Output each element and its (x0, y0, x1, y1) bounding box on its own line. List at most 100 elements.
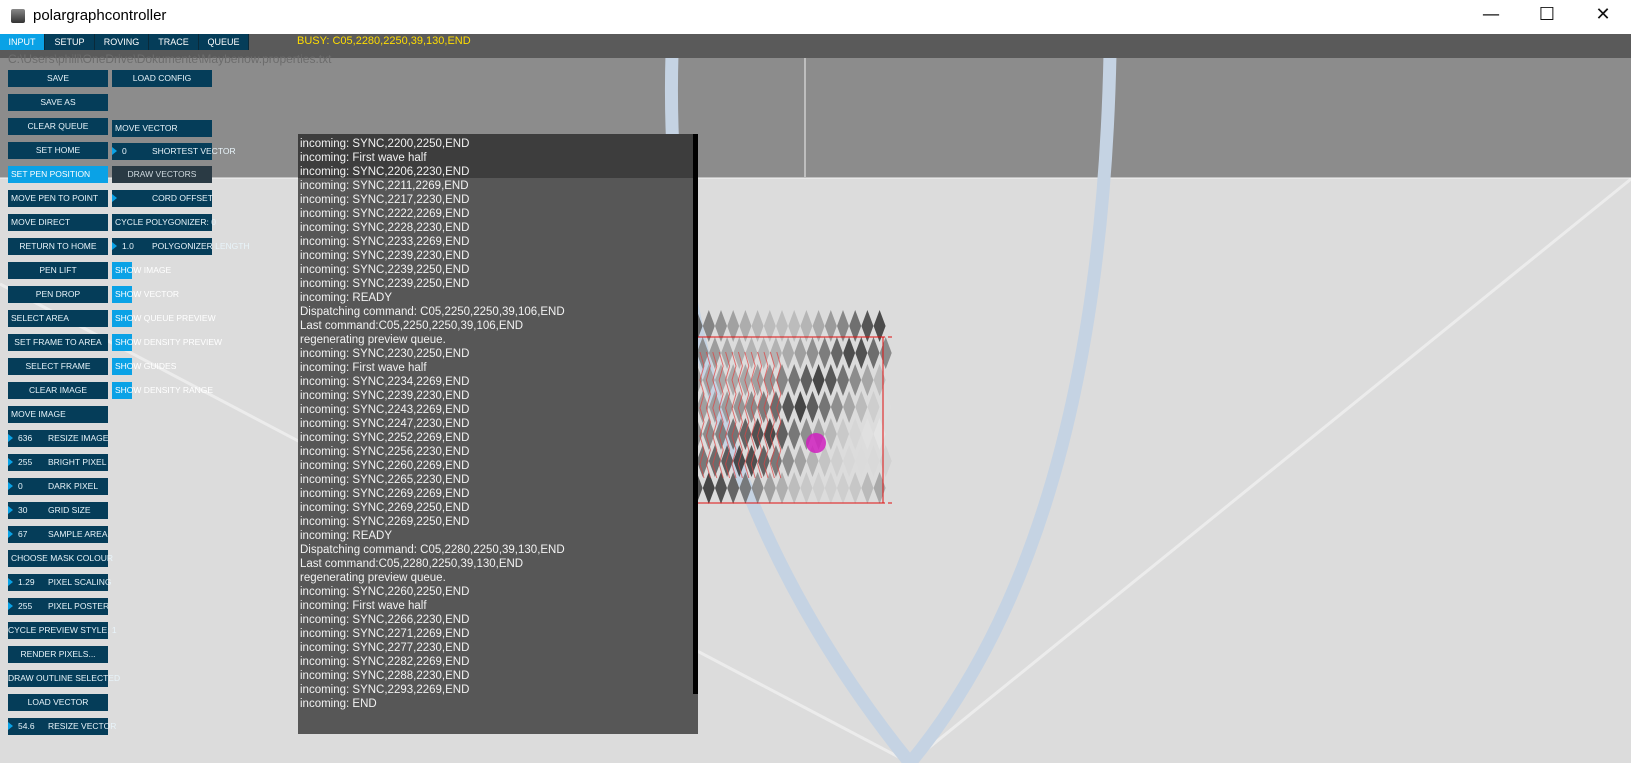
resize-vector-control[interactable]: 54.6 RESIZE VECTOR (8, 718, 116, 735)
console-line: incoming: SYNC,2230,2250,END (300, 348, 470, 360)
save-as-button[interactable]: SAVE AS (8, 94, 108, 111)
show-density-preview-toggle[interactable]: SHOW DENSITY PREVIEW (112, 334, 222, 351)
set-home-button[interactable]: SET HOME (8, 142, 108, 159)
load-config-button[interactable]: LOAD CONFIG (112, 70, 212, 87)
console-line: incoming: SYNC,2247,2230,END (300, 418, 470, 430)
console-line: regenerating preview queue. (300, 572, 446, 584)
move-vector-button[interactable]: MOVE VECTOR (112, 120, 212, 137)
tab-trace[interactable]: TRACE (149, 34, 199, 50)
console-line: incoming: SYNC,2217,2230,END (300, 194, 470, 206)
console-line: incoming: SYNC,2239,2250,END (300, 278, 470, 290)
pixel-posterize-control[interactable]: 255PIXEL POSTERIZE (8, 598, 108, 615)
polygonizer-length-control[interactable]: 1.0 POLYGONIZER LENGTH (112, 238, 250, 255)
console-line: incoming: SYNC,2239,2250,END (300, 264, 470, 276)
drawing-canvas[interactable]: INPUT SETUP ROVING TRACE QUEUE BUSY: C05… (0, 34, 1631, 763)
console-line: incoming: First wave half (300, 600, 427, 612)
minimize-button[interactable]: — (1462, 0, 1520, 32)
draw-vectors-button[interactable]: DRAW VECTORS (112, 166, 212, 183)
set-frame-to-area-button[interactable]: SET FRAME TO AREA (8, 334, 108, 351)
tab-input[interactable]: INPUT (0, 34, 45, 50)
console-line: incoming: SYNC,2293,2269,END (300, 684, 470, 696)
cord-offset-control[interactable]: CORD OFFSET (112, 190, 213, 207)
show-vector-toggle[interactable]: SHOW VECTOR (112, 286, 179, 303)
console-line: incoming: SYNC,2206,2230,END (300, 166, 470, 178)
console-line: incoming: SYNC,2269,2269,END (300, 488, 470, 500)
pixel-scaling-control[interactable]: 1.29 PIXEL SCALING (8, 574, 111, 591)
console-log: incoming: SYNC,2200,2250,END incoming: Fi… (300, 137, 696, 711)
set-pen-position-button[interactable]: SET PEN POSITION (8, 166, 108, 183)
select-frame-button[interactable]: SELECT FRAME (8, 358, 108, 375)
tab-setup[interactable]: SETUP (45, 34, 95, 50)
show-guides-toggle[interactable]: SHOW GUIDES (112, 358, 176, 375)
console-line: incoming: END (300, 698, 377, 710)
file-path: C:\Users\phili\OneDrive\Dokumente\Mayben… (8, 52, 332, 66)
console-line: incoming: SYNC,2260,2269,END (300, 460, 470, 472)
guide-line-right (909, 177, 1631, 763)
console-line: Dispatching command: C05,2280,2250,39,13… (300, 544, 565, 556)
console-line: Last command:C05,2250,2250,39,106,END (300, 320, 524, 332)
pen-drop-button[interactable]: PEN DROP (8, 286, 108, 303)
dark-pixel-control[interactable]: 0 DARK PIXEL (8, 478, 108, 495)
console-line: Last command:C05,2280,2250,39,130,END (300, 558, 524, 570)
console-line: incoming: SYNC,2271,2269,END (300, 628, 470, 640)
shortest-vector-control[interactable]: 0 SHORTEST VECTOR (112, 143, 236, 160)
move-image-button[interactable]: MOVE IMAGE (8, 406, 108, 423)
console-line: incoming: SYNC,2243,2269,END (300, 404, 470, 416)
close-button[interactable]: ✕ (1574, 0, 1631, 32)
clear-queue-button[interactable]: CLEAR QUEUE (8, 118, 108, 135)
console-line: incoming: SYNC,2260,2250,END (300, 586, 470, 598)
console-line: incoming: SYNC,2200,2250,END (300, 138, 470, 150)
console-line: incoming: SYNC,2252,2269,END (300, 432, 470, 444)
cycle-preview-style-button[interactable]: CYCLE PREVIEW STYLE: 1 (8, 622, 117, 639)
console-line: Dispatching command: C05,2250,2250,39,10… (300, 306, 565, 318)
pen-position-marker (806, 433, 826, 453)
return-to-home-button[interactable]: RETURN TO HOME (8, 238, 108, 255)
console-line: incoming: SYNC,2234,2269,END (300, 376, 470, 388)
move-direct-button[interactable]: MOVE DIRECT (8, 214, 108, 231)
console-line: incoming: SYNC,2239,2230,END (300, 390, 470, 402)
console-line: incoming: SYNC,2269,2250,END (300, 516, 470, 528)
pen-lift-button[interactable]: PEN LIFT (8, 262, 108, 279)
save-button[interactable]: SAVE (8, 70, 108, 87)
show-density-range-toggle[interactable]: SHOW DENSITY RANGE (112, 382, 213, 399)
console-line: incoming: READY (300, 292, 393, 304)
status-text: BUSY: C05,2280,2250,39,130,END (297, 35, 471, 47)
show-queue-preview-toggle[interactable]: SHOW QUEUE PREVIEW (112, 310, 216, 327)
app-icon (11, 9, 25, 23)
load-vector-button[interactable]: LOAD VECTOR (8, 694, 108, 711)
maximize-button[interactable]: ☐ (1518, 0, 1576, 32)
console-line: incoming: SYNC,2282,2269,END (300, 656, 470, 668)
show-image-toggle[interactable]: SHOW IMAGE (112, 262, 171, 279)
bright-pixel-control[interactable]: 255 BRIGHT PIXEL (8, 454, 108, 471)
select-area-button[interactable]: SELECT AREA (8, 310, 108, 327)
resize-image-control[interactable]: 636 RESIZE IMAGE (8, 430, 108, 447)
console-line: incoming: SYNC,2288,2230,END (300, 670, 470, 682)
tab-queue[interactable]: QUEUE (199, 34, 249, 50)
console-line: incoming: SYNC,2222,2269,END (300, 208, 470, 220)
cord-arc-right (904, 53, 1117, 763)
console-line: incoming: SYNC,2265,2230,END (300, 474, 470, 486)
render-pixels-button[interactable]: RENDER PIXELS... (8, 646, 108, 663)
console-line: incoming: SYNC,2256,2230,END (300, 446, 470, 458)
title-bar: polargraphcontroller — ☐ ✕ (0, 0, 1631, 34)
console-line: incoming: SYNC,2269,2250,END (300, 502, 470, 514)
console-line: regenerating preview queue. (300, 334, 446, 346)
sample-area-control[interactable]: 67 SAMPLE AREA (8, 526, 108, 543)
grid-size-control[interactable]: 30 GRID SIZE (8, 502, 108, 519)
console-line: incoming: SYNC,2211,2269,END (300, 180, 469, 192)
window-title: polargraphcontroller (33, 7, 167, 24)
tab-roving[interactable]: ROVING (95, 34, 149, 50)
machine-preview (0, 53, 1631, 763)
choose-mask-colour-button[interactable]: CHOOSE MASK COLOUR (8, 550, 113, 567)
console-line: incoming: READY (300, 530, 393, 542)
draw-outline-selected-button[interactable]: DRAW OUTLINE SELECTED (8, 670, 120, 687)
move-pen-to-point-button[interactable]: MOVE PEN TO POINT (8, 190, 108, 207)
cycle-polygonizer-button[interactable]: CYCLE POLYGONIZER: 0 (112, 214, 216, 231)
console-line: incoming: SYNC,2233,2269,END (300, 236, 470, 248)
console-line: incoming: SYNC,2277,2230,END (300, 642, 470, 654)
clear-image-button[interactable]: CLEAR IMAGE (8, 382, 108, 399)
console-line: incoming: SYNC,2228,2230,END (300, 222, 470, 234)
console-line: incoming: SYNC,2266,2230,END (300, 614, 470, 626)
console-line: incoming: First wave half (300, 152, 427, 164)
console-line: incoming: First wave half (300, 362, 427, 374)
